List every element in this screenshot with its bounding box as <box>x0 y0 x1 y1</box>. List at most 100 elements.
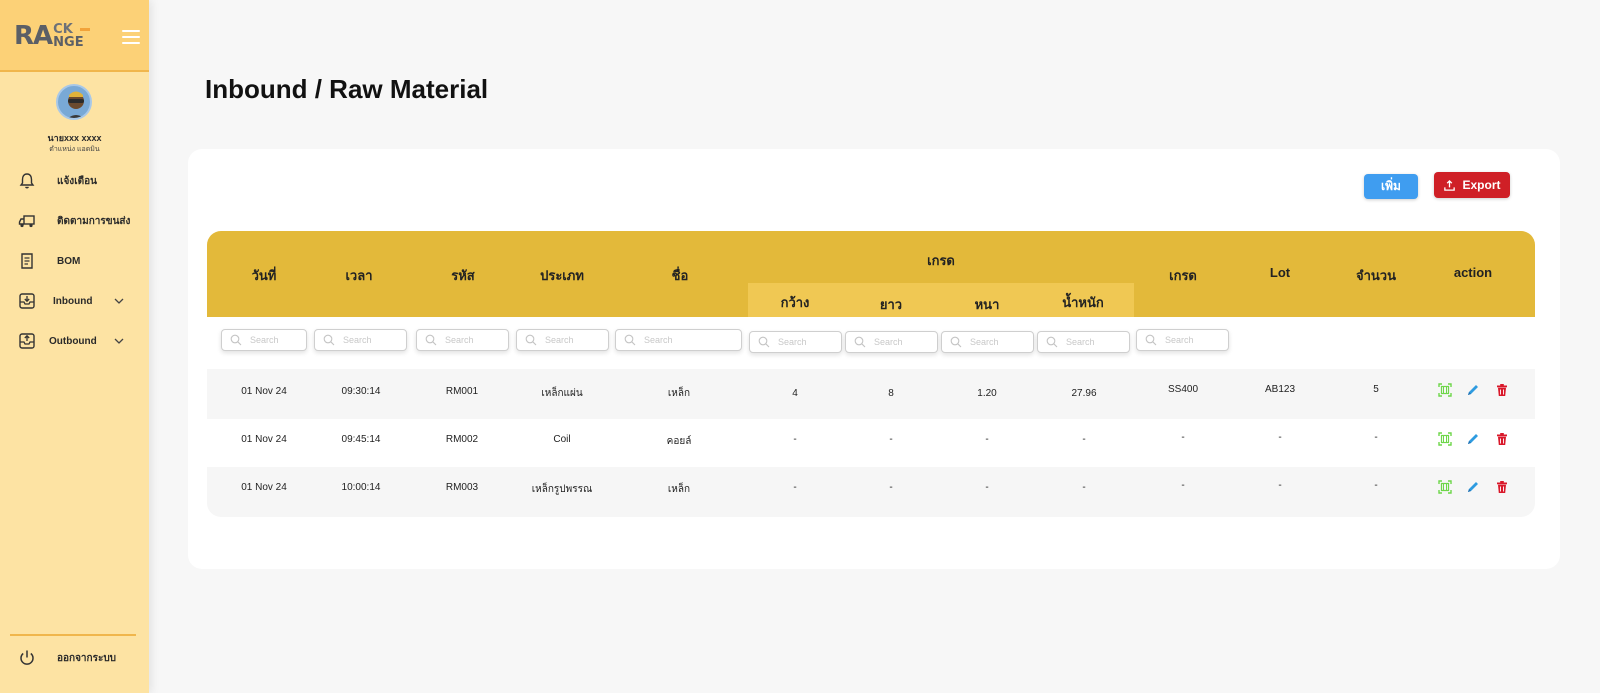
logout-label: ออกจากระบบ <box>57 652 117 664</box>
search-input-length[interactable]: Search <box>845 331 938 353</box>
cell-time: 09:30:14 <box>341 386 381 397</box>
search-input-name[interactable]: Search <box>615 329 742 351</box>
divider <box>10 634 136 636</box>
cell-weight: - <box>1082 482 1086 493</box>
search-input-time[interactable]: Search <box>314 329 407 351</box>
table-row: 01 Nov 24 09:30:14 RM001 เหล็กแผ่น เหล็ก… <box>207 369 1535 419</box>
chevron-down-icon[interactable] <box>113 295 125 307</box>
logo-bar: RA CK NGE <box>0 0 149 72</box>
logout-button[interactable]: ออกจากระบบ <box>0 644 149 672</box>
delete-trash-icon[interactable] <box>1495 383 1509 397</box>
search-icon <box>624 334 636 346</box>
col-header-length[interactable]: ยาว <box>841 294 941 315</box>
power-icon <box>20 650 34 665</box>
sidebar-item-bom[interactable]: BOM <box>0 247 149 275</box>
cell-width: - <box>793 434 797 445</box>
search-icon <box>230 334 242 346</box>
col-group-header-grade: เกรด <box>927 253 955 268</box>
add-button[interactable]: เพิ่ม <box>1364 174 1418 199</box>
search-input-code[interactable]: Search <box>416 329 509 351</box>
logo-stripe <box>79 28 90 31</box>
bell-icon <box>19 173 35 189</box>
scan-icon[interactable] <box>1438 432 1452 446</box>
inbox-upload-icon <box>19 333 35 349</box>
sidebar-item-label: ติดตามการขนส่ง <box>57 215 131 227</box>
cell-code: RM002 <box>445 434 479 445</box>
search-icon <box>758 336 770 348</box>
col-header-name[interactable]: ชื่อ <box>630 265 730 286</box>
avatar <box>56 84 92 120</box>
scan-icon[interactable] <box>1438 480 1452 494</box>
col-header-width[interactable]: กว้าง <box>745 292 845 313</box>
cell-thickness: - <box>985 434 989 445</box>
cell-qty: - <box>1374 480 1378 491</box>
export-button[interactable]: Export <box>1434 172 1510 198</box>
cell-name: เหล็ก <box>667 484 691 495</box>
logo: RA CK NGE <box>14 22 90 50</box>
cell-date: 01 Nov 24 <box>241 386 287 397</box>
cell-length: 8 <box>888 388 894 399</box>
search-input-grade[interactable]: Search <box>1136 329 1229 351</box>
export-label: Export <box>1462 178 1501 192</box>
user-name: นายxxx xxxx <box>47 133 102 143</box>
search-input-type[interactable]: Search <box>516 329 609 351</box>
cell-time: 10:00:14 <box>341 482 381 493</box>
col-header-type[interactable]: ประเภท <box>512 265 612 286</box>
cell-weight: 27.96 <box>1071 388 1097 399</box>
cell-lot: - <box>1278 432 1282 443</box>
search-icon <box>1145 334 1157 346</box>
search-input-date[interactable]: Search <box>221 329 307 351</box>
sidebar-item-label: Outbound <box>49 335 97 347</box>
edit-pencil-icon[interactable] <box>1466 383 1480 397</box>
cell-grade: - <box>1181 480 1185 491</box>
col-header-weight[interactable]: น้ำหนัก <box>1033 292 1133 313</box>
col-header-thickness[interactable]: หนา <box>937 294 1037 315</box>
sidebar-item-tracking[interactable]: ติดตามการขนส่ง <box>0 207 149 235</box>
cell-type: Coil <box>553 434 571 445</box>
truck-icon <box>18 215 35 228</box>
col-header-time[interactable]: เวลา <box>309 265 409 286</box>
cell-width: - <box>793 482 797 493</box>
col-header-date[interactable]: วันที่ <box>214 265 314 286</box>
table-row: 01 Nov 24 09:45:14 RM002 Coil คอยล์ - - … <box>207 418 1535 468</box>
sidebar-item-label: Inbound <box>53 295 93 307</box>
search-icon <box>323 334 335 346</box>
delete-trash-icon[interactable] <box>1495 480 1509 494</box>
edit-pencil-icon[interactable] <box>1466 480 1480 494</box>
col-header-lot[interactable]: Lot <box>1230 265 1330 280</box>
col-header-grade[interactable]: เกรด <box>1133 265 1233 286</box>
document-list-icon <box>21 253 33 269</box>
sidebar-item-outbound[interactable]: Outbound <box>0 327 149 355</box>
table-row: 01 Nov 24 10:00:14 RM003 เหล็กรูปพรรณ เห… <box>207 467 1535 517</box>
sidebar-item-inbound[interactable]: Inbound <box>0 287 149 315</box>
logo-nge: NGE <box>53 35 84 50</box>
col-header-qty[interactable]: จำนวน <box>1326 265 1426 286</box>
search-icon <box>525 334 537 346</box>
cell-grade: - <box>1181 432 1185 443</box>
sidebar-item-label: BOM <box>57 255 81 267</box>
sidebar: RA CK NGE นายxxx xxxx ตำแหน่ง แอดมิน แจ้… <box>0 0 149 693</box>
cell-thickness: - <box>985 482 989 493</box>
cell-width: 4 <box>792 388 798 399</box>
cell-time: 09:45:14 <box>341 434 381 445</box>
user-role: ตำแหน่ง แอดมิน <box>49 146 100 153</box>
search-input-width[interactable]: Search <box>749 331 842 353</box>
search-input-weight[interactable]: Search <box>1037 331 1130 353</box>
delete-trash-icon[interactable] <box>1495 432 1509 446</box>
cell-lot: - <box>1278 480 1282 491</box>
cell-type: เหล็กรูปพรรณ <box>531 484 593 495</box>
scan-icon[interactable] <box>1438 383 1452 397</box>
cell-length: - <box>889 434 893 445</box>
hamburger-menu-icon[interactable] <box>122 30 140 44</box>
sidebar-item-notifications[interactable]: แจ้งเตือน <box>0 167 149 195</box>
cell-code: RM003 <box>445 482 479 493</box>
chevron-down-icon[interactable] <box>113 335 125 347</box>
cell-type: เหล็กแผ่น <box>541 388 583 399</box>
col-header-code[interactable]: รหัส <box>413 265 513 286</box>
cell-name: เหล็ก <box>667 388 691 399</box>
edit-pencil-icon[interactable] <box>1466 432 1480 446</box>
search-icon <box>950 336 962 348</box>
sidebar-item-label: แจ้งเตือน <box>57 175 97 187</box>
upload-icon <box>1444 179 1456 191</box>
search-input-thickness[interactable]: Search <box>941 331 1034 353</box>
